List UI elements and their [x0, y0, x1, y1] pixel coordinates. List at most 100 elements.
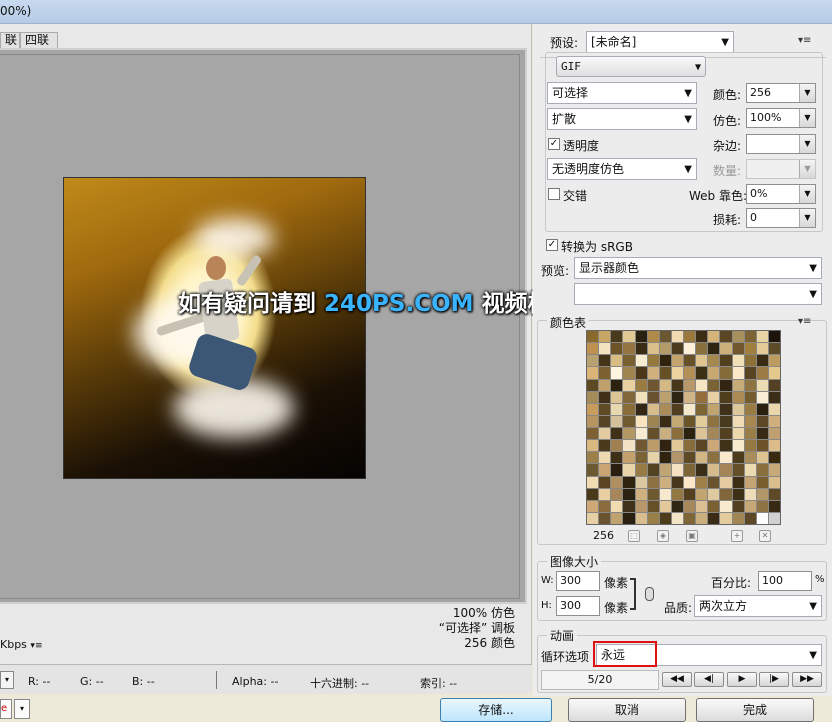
color-swatch[interactable]: [623, 428, 635, 440]
color-swatch[interactable]: [720, 343, 732, 355]
color-swatch[interactable]: [756, 391, 768, 403]
color-swatch[interactable]: [768, 488, 780, 500]
color-swatch[interactable]: [635, 428, 647, 440]
play-icon[interactable]: ▶: [727, 672, 757, 687]
color-swatch[interactable]: [756, 355, 768, 367]
color-swatch[interactable]: [599, 512, 611, 524]
color-swatch[interactable]: [756, 488, 768, 500]
color-swatch[interactable]: [720, 379, 732, 391]
panel-menu-icon[interactable]: ▾≡: [798, 35, 811, 46]
tab-4up[interactable]: 四联: [20, 32, 58, 48]
color-swatch[interactable]: [611, 415, 623, 427]
chevron-down-icon[interactable]: ▾: [14, 699, 30, 719]
trash-icon[interactable]: ✕: [759, 530, 771, 542]
color-swatch[interactable]: [587, 512, 599, 524]
color-swatch[interactable]: [756, 512, 768, 524]
color-swatch[interactable]: [623, 500, 635, 512]
color-swatch[interactable]: [768, 452, 780, 464]
color-swatch[interactable]: [587, 440, 599, 452]
color-swatch[interactable]: [611, 464, 623, 476]
last-frame-icon[interactable]: ▶▶: [792, 672, 822, 687]
color-swatch[interactable]: [671, 415, 683, 427]
done-button[interactable]: 完成: [696, 698, 814, 722]
color-swatch[interactable]: [768, 512, 780, 524]
color-swatch[interactable]: [696, 367, 708, 379]
color-swatch[interactable]: [599, 367, 611, 379]
color-swatch[interactable]: [659, 452, 671, 464]
color-swatch[interactable]: [647, 367, 659, 379]
color-swatch[interactable]: [768, 476, 780, 488]
save-button[interactable]: 存储...: [440, 698, 552, 722]
color-swatch[interactable]: [720, 391, 732, 403]
color-swatch[interactable]: [732, 440, 744, 452]
color-swatch[interactable]: [684, 500, 696, 512]
color-swatch[interactable]: [635, 452, 647, 464]
color-swatch[interactable]: [756, 500, 768, 512]
color-swatch[interactable]: [768, 464, 780, 476]
color-swatch[interactable]: [647, 379, 659, 391]
color-swatch[interactable]: [708, 476, 720, 488]
color-swatch[interactable]: [732, 500, 744, 512]
color-swatch[interactable]: [635, 464, 647, 476]
color-swatch[interactable]: [756, 403, 768, 415]
color-swatch[interactable]: [587, 428, 599, 440]
color-swatch[interactable]: [744, 403, 756, 415]
color-swatch[interactable]: [708, 403, 720, 415]
color-swatch[interactable]: [744, 464, 756, 476]
color-swatch[interactable]: [744, 512, 756, 524]
color-swatch[interactable]: [659, 331, 671, 343]
color-swatch[interactable]: [768, 367, 780, 379]
chevron-down-icon[interactable]: ▼: [799, 209, 815, 227]
color-swatch[interactable]: [696, 476, 708, 488]
color-swatch[interactable]: [611, 391, 623, 403]
color-swatch[interactable]: [623, 440, 635, 452]
color-swatch[interactable]: [744, 355, 756, 367]
color-swatch[interactable]: [647, 391, 659, 403]
color-swatch[interactable]: [768, 403, 780, 415]
color-swatch[interactable]: [732, 355, 744, 367]
color-swatch[interactable]: [720, 367, 732, 379]
color-swatch[interactable]: [744, 500, 756, 512]
color-swatch[interactable]: [768, 391, 780, 403]
color-swatch[interactable]: [708, 512, 720, 524]
color-swatch[interactable]: [696, 440, 708, 452]
color-swatch[interactable]: [671, 500, 683, 512]
color-swatch[interactable]: [768, 415, 780, 427]
color-swatch[interactable]: [635, 415, 647, 427]
color-swatch[interactable]: [671, 367, 683, 379]
color-swatch[interactable]: [684, 391, 696, 403]
color-swatch[interactable]: [768, 428, 780, 440]
color-swatch[interactable]: [696, 355, 708, 367]
color-swatch[interactable]: [696, 428, 708, 440]
color-swatch[interactable]: [671, 355, 683, 367]
color-swatch[interactable]: [647, 452, 659, 464]
width-input[interactable]: 300: [556, 571, 600, 591]
color-swatch[interactable]: [684, 476, 696, 488]
color-swatch[interactable]: [659, 500, 671, 512]
color-swatch[interactable]: [635, 367, 647, 379]
color-swatch[interactable]: [587, 367, 599, 379]
color-swatch[interactable]: [696, 488, 708, 500]
prev-frame-icon[interactable]: ◀|: [694, 672, 724, 687]
color-swatch[interactable]: [587, 403, 599, 415]
color-swatch[interactable]: [659, 440, 671, 452]
color-swatch[interactable]: [671, 476, 683, 488]
color-swatch[interactable]: [720, 500, 732, 512]
color-swatch[interactable]: [671, 403, 683, 415]
color-swatch[interactable]: [635, 403, 647, 415]
color-swatch[interactable]: [635, 500, 647, 512]
color-swatch[interactable]: [696, 331, 708, 343]
color-swatch[interactable]: [647, 331, 659, 343]
percent-input[interactable]: 100: [758, 571, 812, 591]
color-swatch[interactable]: [611, 331, 623, 343]
color-swatch[interactable]: [635, 512, 647, 524]
color-swatch[interactable]: [599, 403, 611, 415]
color-table-grid[interactable]: [586, 330, 781, 525]
color-swatch[interactable]: [732, 391, 744, 403]
new-color-icon[interactable]: +: [731, 530, 743, 542]
color-swatch[interactable]: [635, 379, 647, 391]
color-swatch[interactable]: [744, 367, 756, 379]
color-swatch[interactable]: [647, 403, 659, 415]
color-swatch[interactable]: [647, 500, 659, 512]
color-swatch[interactable]: [744, 391, 756, 403]
